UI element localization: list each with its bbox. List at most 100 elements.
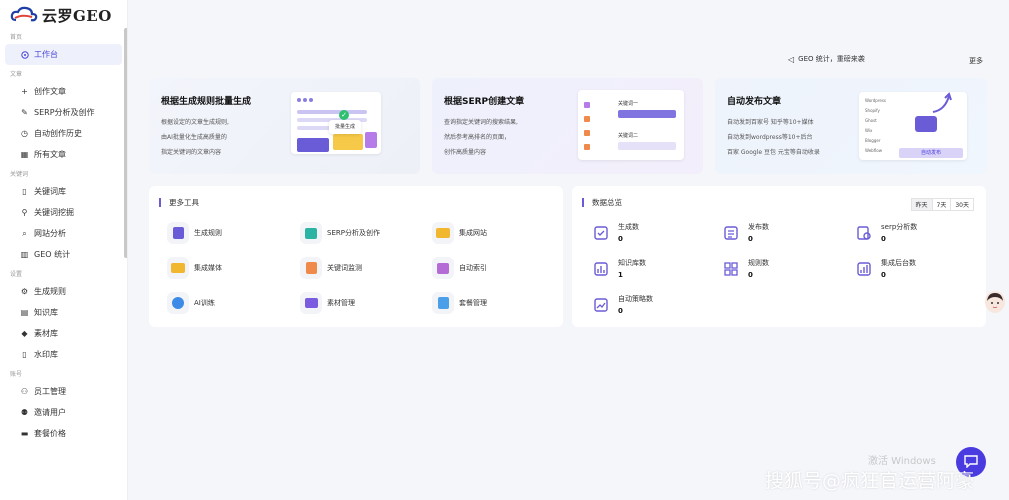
users-icon: ⚇ <box>20 387 29 396</box>
tool-label: AI训练 <box>194 299 215 307</box>
ai-icon <box>167 292 189 314</box>
tool-label: 生成规则 <box>194 229 222 237</box>
badge-batch-generate: 批量生成 <box>329 120 361 134</box>
check-icon: ✓ <box>339 110 349 120</box>
sidebar-item-pricing[interactable]: ▬ 套餐价格 <box>5 423 122 444</box>
megaphone-icon: ◁ <box>788 54 795 64</box>
stat-value: 0 <box>618 235 623 243</box>
sidebar-item-label: 关键词挖掘 <box>34 208 74 217</box>
tool-label: 素材管理 <box>327 299 355 307</box>
sidebar-item-watermark[interactable]: ▯ 水印库 <box>5 344 122 365</box>
sidebar-item-keyword-lib[interactable]: ▯ 关键词库 <box>5 181 122 202</box>
index-icon <box>432 257 454 279</box>
card-auto-publish[interactable]: 自动发布文章 自动发到百家号 知乎等10+媒体 自动发到wordpress等10… <box>715 78 987 174</box>
range-7days[interactable]: 7天 <box>931 198 952 211</box>
sidebar-item-keyword-mining[interactable]: ⚲ 关键词挖掘 <box>5 202 122 223</box>
backend-icon <box>855 260 873 278</box>
sidebar-item-label: 创作文章 <box>34 87 66 96</box>
stat-knowledge: 知识库数 1 <box>592 258 646 279</box>
tool-package-manage[interactable]: 套餐管理 <box>432 292 487 314</box>
tool-label: 关键词监测 <box>327 264 362 272</box>
more-link[interactable]: 更多 <box>969 56 983 66</box>
sidebar-item-rules[interactable]: ⚙ 生成规则 <box>5 281 122 302</box>
knowledge-icon <box>592 260 610 278</box>
user-icon: ⚉ <box>20 408 29 417</box>
tool-integrate-site[interactable]: 集成网站 <box>432 222 487 244</box>
tool-auto-index[interactable]: 自动索引 <box>432 257 487 279</box>
rule-icon <box>167 222 189 244</box>
tool-keyword-monitor[interactable]: 关键词监测 <box>300 257 362 279</box>
sidebar-item-staff[interactable]: ⚇ 员工管理 <box>5 381 122 402</box>
doc-icon: ▯ <box>22 187 27 196</box>
platform-item: Wix <box>865 128 873 133</box>
stat-backend: 集成后台数 0 <box>855 258 916 279</box>
logo[interactable]: 云罗GEO <box>0 0 127 30</box>
tool-generate-rules[interactable]: 生成规则 <box>167 222 222 244</box>
tool-serp[interactable]: SERP分析及创作 <box>300 222 380 244</box>
date-range-selector: 昨天 7天 30天 <box>910 198 974 211</box>
tools-title: 更多工具 <box>159 198 199 207</box>
tool-ai-training[interactable]: AI训练 <box>167 292 215 314</box>
sidebar-item-materials[interactable]: ◆ 素材库 <box>5 323 122 344</box>
platform-item: Blogger <box>865 138 881 143</box>
website-icon <box>432 222 454 244</box>
sidebar-item-invite[interactable]: ⚉ 邀请用户 <box>5 402 122 423</box>
stat-published: 发布数 0 <box>722 222 769 243</box>
logo-text: 云罗GEO <box>42 6 112 25</box>
notice-bar[interactable]: ◁ GEO 统计，重磅来袭 <box>788 54 865 64</box>
package-icon <box>432 292 454 314</box>
tool-label: 集成网站 <box>459 229 487 237</box>
platform-item: Wordpress <box>865 98 887 103</box>
assistant-avatar[interactable] <box>985 291 1005 313</box>
keyword-one-label: 关键词一 <box>618 101 639 107</box>
sidebar-item-all-articles[interactable]: ▦ 所有文章 <box>5 144 122 165</box>
generate-icon <box>592 224 610 242</box>
search-icon: ⌕ <box>22 228 27 238</box>
sidebar-item-knowledge[interactable]: ▤ 知识库 <box>5 302 122 323</box>
stat-value: 1 <box>618 271 623 279</box>
sidebar-item-label: 自动创作历史 <box>34 129 82 138</box>
sidebar-item-serp[interactable]: ✎ SERP分析及创作 <box>5 102 122 123</box>
sidebar-item-label: 关键词库 <box>34 187 66 196</box>
auto-publish-button: 自动发布 <box>899 148 963 158</box>
sidebar-item-site-analysis[interactable]: ⌕ 网站分析 <box>5 223 122 244</box>
sidebar-item-label: GEO 统计 <box>34 250 71 259</box>
tool-integrate-media[interactable]: 集成媒体 <box>167 257 222 279</box>
book-icon: ▤ <box>20 308 29 317</box>
range-yesterday[interactable]: 昨天 <box>910 198 933 211</box>
sidebar-item-label: 工作台 <box>34 50 58 59</box>
tool-label: SERP分析及创作 <box>327 229 380 237</box>
sidebar-item-label: 网站分析 <box>34 229 66 238</box>
section-settings: 设置 <box>10 271 23 278</box>
publish-screen-icon <box>915 116 937 132</box>
cloud-logo-icon <box>10 6 38 24</box>
notice-text: GEO 统计，重磅来袭 <box>798 55 865 63</box>
cube-icon: ◆ <box>21 329 28 338</box>
arrow-up-icon <box>932 92 952 113</box>
sidebar-item-label: 所有文章 <box>34 150 66 159</box>
stat-serp: serp分析数 0 <box>855 222 917 243</box>
clock-icon: ◷ <box>21 129 28 138</box>
serp-illustration: 关键词一 关键词二 <box>578 90 684 160</box>
stat-strategy: 自动策略数 0 <box>592 294 653 315</box>
card-batch-generate[interactable]: 根据生成规则批量生成 根据设定的文章生成规则, 由AI批量化生成高质量的 指定关… <box>149 78 420 174</box>
sidebar-item-geo-stats[interactable]: ▥ GEO 统计 <box>5 244 122 265</box>
tool-material-manage[interactable]: 素材管理 <box>300 292 355 314</box>
card-serp-create[interactable]: 根据SERP创建文章 查询指定关键词的搜索结果, 然后参考高排名的页面， 创作高… <box>432 78 703 174</box>
sidebar-item-label: 员工管理 <box>34 387 66 396</box>
sidebar-item-workbench[interactable]: 工作台 <box>5 44 122 65</box>
strategy-icon <box>592 296 610 314</box>
sidebar-item-history[interactable]: ◷ 自动创作历史 <box>5 123 122 144</box>
doc-icon: ▯ <box>22 350 27 359</box>
keyword-two-label: 关键词二 <box>618 133 639 139</box>
range-30days[interactable]: 30天 <box>950 198 974 211</box>
auto-publish-illustration: Wordpress Shopify Ghost Wix Blogger Webf… <box>859 90 969 160</box>
stat-label: 生成数 <box>618 223 639 231</box>
sidebar-item-create-article[interactable]: + 创作文章 <box>5 81 122 102</box>
batch-generate-illustration: 批量生成 ✓ <box>291 90 381 158</box>
stat-label: serp分析数 <box>881 223 918 231</box>
media-icon <box>167 257 189 279</box>
stat-label: 集成后台数 <box>881 259 916 267</box>
stat-label: 自动策略数 <box>618 295 653 303</box>
platform-item: Ghost <box>865 118 877 123</box>
